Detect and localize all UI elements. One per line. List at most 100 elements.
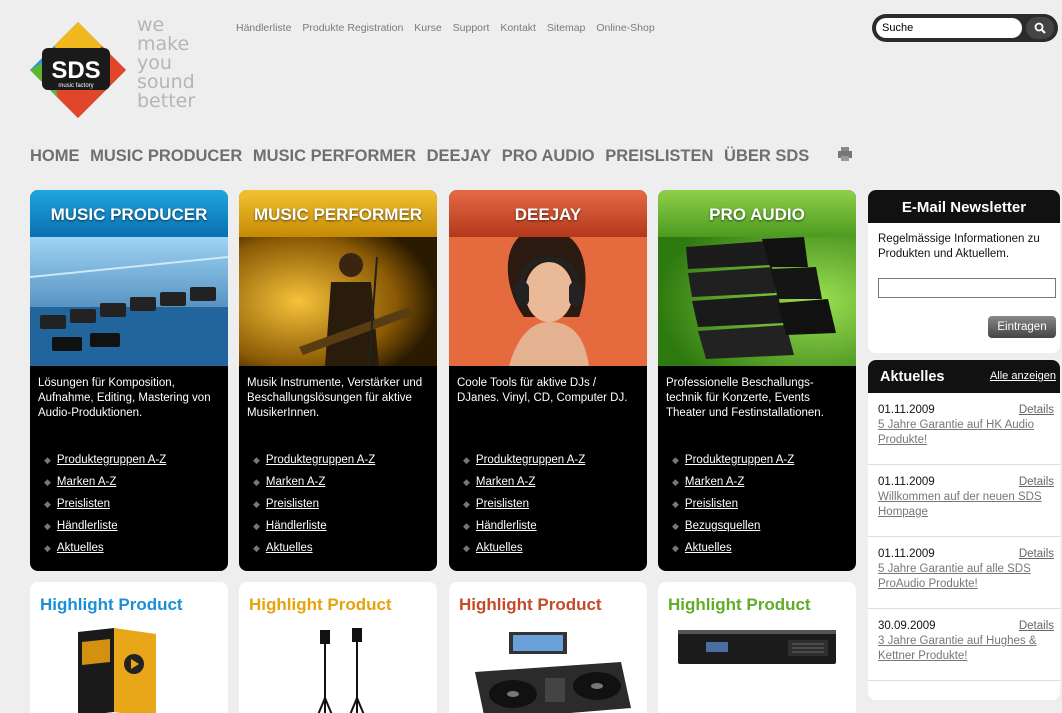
news-title: Aktuelles xyxy=(880,369,945,385)
main-nav-music-producer[interactable]: MUSIC PRODUCER xyxy=(90,147,242,165)
list-item: ◆ Produktegruppen A-Z xyxy=(672,454,795,466)
highlight-pro-audio[interactable]: Highlight Product xyxy=(658,582,856,713)
top-nav-online-shop[interactable]: Online-Shop xyxy=(596,22,654,34)
main-nav-music-performer[interactable]: MUSIC PERFORMER xyxy=(253,147,416,165)
newsletter-text: Regelmässige Informationen zu Produkten … xyxy=(878,233,1040,260)
main-nav-pro-audio[interactable]: PRO AUDIO xyxy=(502,147,595,165)
newsletter-box: E-Mail Newsletter Regelmässige Informati… xyxy=(868,190,1060,353)
top-nav-support[interactable]: Support xyxy=(453,22,490,34)
list-item: ◆ Preislisten xyxy=(44,498,110,510)
newsletter-submit-button[interactable]: Eintragen xyxy=(988,316,1056,338)
link-produktegruppen[interactable]: Produktegruppen A-Z xyxy=(476,454,585,466)
print-icon[interactable] xyxy=(838,147,852,161)
card-description: Lösungen für Komposition, Aufnahme, Edit… xyxy=(38,377,211,419)
main-nav: HOME MUSIC PRODUCER MUSIC PERFORMER DEEJ… xyxy=(30,147,815,166)
list-item: ◆ Händlerliste xyxy=(463,520,537,532)
show-all-news-link[interactable]: Alle anzeigen xyxy=(990,370,1056,382)
link-aktuelles[interactable]: Aktuelles xyxy=(476,542,523,554)
top-nav-produkte-registration[interactable]: Produkte Registration xyxy=(302,22,403,34)
top-nav-haendlerliste[interactable]: Händlerliste xyxy=(236,22,291,34)
search-input[interactable] xyxy=(876,18,1022,38)
link-preislisten[interactable]: Preislisten xyxy=(685,498,738,510)
link-preislisten[interactable]: Preislisten xyxy=(57,498,110,510)
card-title[interactable]: DEEJAY xyxy=(449,190,647,237)
product-box-image xyxy=(78,628,156,713)
news-text-link[interactable]: Willkommen auf der neuen SDS Hompage xyxy=(878,490,1054,520)
link-produktegruppen[interactable]: Produktegruppen A-Z xyxy=(685,454,794,466)
link-aktuelles[interactable]: Aktuelles xyxy=(685,542,732,554)
list-item: ◆ Händlerliste xyxy=(253,520,327,532)
search-bar xyxy=(872,14,1058,42)
news-item: 30.09.2009 Details 3 Jahre Garantie auf … xyxy=(868,609,1060,681)
top-nav-kontakt[interactable]: Kontakt xyxy=(500,22,536,34)
link-bezugsquellen[interactable]: Bezugsquellen xyxy=(685,520,760,532)
top-nav: Händlerliste Produkte Registration Kurse… xyxy=(236,22,663,34)
link-marken[interactable]: Marken A-Z xyxy=(266,476,325,488)
card-links: ◆ Produktegruppen A-Z ◆ Marken A-Z ◆ Preisl… xyxy=(30,449,228,559)
list-item: ◆ Aktuelles xyxy=(253,542,313,554)
list-item: ◆ Aktuelles xyxy=(463,542,523,554)
list-item: ◆ Marken A-Z xyxy=(44,476,117,488)
search-button[interactable] xyxy=(1026,17,1054,39)
link-marken[interactable]: Marken A-Z xyxy=(57,476,116,488)
dj-headphones-image xyxy=(449,237,647,366)
amplifier-image xyxy=(678,630,836,664)
news-text-link[interactable]: 3 Jahre Garantie auf Hughes & Kettner Pr… xyxy=(878,634,1054,664)
link-haendlerliste[interactable]: Händlerliste xyxy=(476,520,537,532)
highlight-music-performer[interactable]: Highlight Product xyxy=(239,582,437,713)
list-item: ◆ Händlerliste xyxy=(44,520,118,532)
newsletter-title: E-Mail Newsletter xyxy=(868,190,1060,223)
main-nav-preislisten[interactable]: PREISLISTEN xyxy=(605,147,713,165)
list-item: ◆ Produktegruppen A-Z xyxy=(463,454,586,466)
list-item: ◆ Bezugsquellen xyxy=(672,520,761,532)
list-item: ◆ Preislisten xyxy=(463,498,529,510)
card-links: ◆ Produktegruppen A-Z ◆ Marken A-Z ◆ Preisl… xyxy=(449,449,647,559)
main-nav-ueber-sds[interactable]: ÜBER SDS xyxy=(724,147,809,165)
card-title[interactable]: PRO AUDIO xyxy=(658,190,856,237)
card-links: ◆ Produktegruppen A-Z ◆ Marken A-Z ◆ Preisl… xyxy=(658,449,856,559)
news-item: 01.11.2009 Details Willkommen auf der ne… xyxy=(868,465,1060,537)
top-nav-kurse[interactable]: Kurse xyxy=(414,22,441,34)
speaker-stands-image xyxy=(317,628,365,713)
link-haendlerliste[interactable]: Händlerliste xyxy=(266,520,327,532)
highlight-title: Highlight Product xyxy=(668,595,811,614)
list-item: ◆ Produktegruppen A-Z xyxy=(253,454,376,466)
list-item: ◆ Marken A-Z xyxy=(253,476,326,488)
link-produktegruppen[interactable]: Produktegruppen A-Z xyxy=(266,454,375,466)
dj-controller-image xyxy=(475,632,631,713)
news-details-link[interactable]: Details xyxy=(1019,403,1054,418)
highlight-title: Highlight Product xyxy=(459,595,602,614)
list-item: ◆ Aktuelles xyxy=(672,542,732,554)
news-item: 01.11.2009 Details 5 Jahre Garantie auf … xyxy=(868,393,1060,465)
main-nav-deejay[interactable]: DEEJAY xyxy=(427,147,492,165)
search-icon xyxy=(1034,22,1046,34)
link-haendlerliste[interactable]: Händlerliste xyxy=(57,520,118,532)
mixing-console-image xyxy=(30,237,228,366)
card-title[interactable]: MUSIC PRODUCER xyxy=(30,190,228,237)
highlight-title: Highlight Product xyxy=(40,595,183,614)
highlight-music-producer[interactable]: Highlight Product xyxy=(30,582,228,713)
card-title[interactable]: MUSIC PERFORMER xyxy=(239,190,437,237)
news-item: 01.11.2009 Details 5 Jahre Garantie auf … xyxy=(868,537,1060,609)
link-marken[interactable]: Marken A-Z xyxy=(685,476,744,488)
tagline: we make you sound better xyxy=(137,16,195,111)
link-produktegruppen[interactable]: Produktegruppen A-Z xyxy=(57,454,166,466)
news-text-link[interactable]: 5 Jahre Garantie auf alle SDS ProAudio P… xyxy=(878,562,1054,592)
highlight-deejay[interactable]: Highlight Product xyxy=(449,582,647,713)
news-details-link[interactable]: Details xyxy=(1019,547,1054,562)
list-item: ◆ Preislisten xyxy=(672,498,738,510)
news-details-link[interactable]: Details xyxy=(1019,475,1054,490)
link-aktuelles[interactable]: Aktuelles xyxy=(57,542,104,554)
news-details-link[interactable]: Details xyxy=(1019,619,1054,634)
link-preislisten[interactable]: Preislisten xyxy=(266,498,319,510)
link-preislisten[interactable]: Preislisten xyxy=(476,498,529,510)
sds-logo[interactable]: SDS music factory xyxy=(28,20,128,120)
card-music-producer: MUSIC PRODUCER Lösungen für Komposition,… xyxy=(30,190,228,571)
main-nav-home[interactable]: HOME xyxy=(30,147,80,165)
link-aktuelles[interactable]: Aktuelles xyxy=(266,542,313,554)
news-text-link[interactable]: 5 Jahre Garantie auf HK Audio Produkte! xyxy=(878,418,1054,448)
link-marken[interactable]: Marken A-Z xyxy=(476,476,535,488)
top-nav-sitemap[interactable]: Sitemap xyxy=(547,22,586,34)
list-item: ◆ Marken A-Z xyxy=(463,476,536,488)
newsletter-email-field[interactable] xyxy=(878,278,1056,298)
